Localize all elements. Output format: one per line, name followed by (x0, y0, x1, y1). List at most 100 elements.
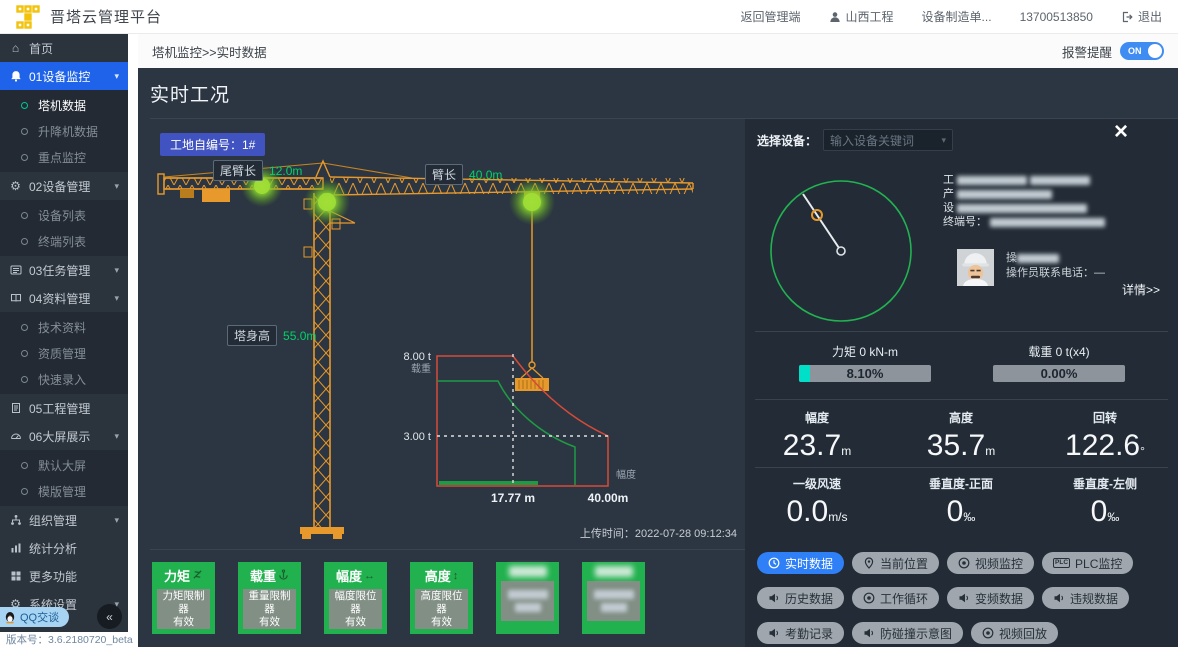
sidebar-item-more-features[interactable]: 更多功能 (0, 562, 128, 590)
sidebar-item-device-list[interactable]: 设备列表 (0, 202, 128, 228)
realtime-data-button[interactable]: 实时数据 (757, 552, 844, 574)
user-menu[interactable]: 山西工程 (829, 8, 894, 25)
sidebar-item-big-screen[interactable]: 06大屏展示 (0, 422, 128, 450)
chevron-down-icon (114, 515, 119, 526)
chart-x-current-label: 17.77 m (491, 491, 535, 505)
sidebar-item-default-screen[interactable]: 默认大屏 (0, 452, 128, 478)
app-title: 晋塔云管理平台 (50, 6, 162, 27)
sidebar-item-quick-entry[interactable]: 快速录入 (0, 366, 128, 392)
stat-slewing: 回转 122.6° (1033, 409, 1177, 463)
close-button[interactable]: × (1114, 119, 1128, 145)
sidebar-item-qualification[interactable]: 资质管理 (0, 340, 128, 366)
stat-radius: 幅度 23.7m (745, 409, 889, 463)
plc-monitor-button[interactable]: PLC PLC监控 (1042, 552, 1133, 574)
jib-length-label: 臂长40.0m (425, 164, 502, 185)
org-tree-icon (9, 514, 22, 526)
sidebar-collapse-button[interactable]: « (97, 604, 122, 629)
limiter-status-row: 力矩 力矩限制器有效 载重 重量限制器有效 幅度↔ 幅度限位器有效 高度↕ (152, 562, 645, 634)
sidebar-item-doc-mgmt[interactable]: 04资料管理 (0, 284, 128, 312)
sidebar-item-terminal-list[interactable]: 终端列表 (0, 228, 128, 254)
book-icon (9, 292, 22, 304)
status-box-moment: 力矩 力矩限制器有效 (152, 562, 215, 634)
back-to-admin-link[interactable]: 返回管理端 (741, 8, 801, 25)
phone-number: 13700513850 (1020, 10, 1093, 24)
device-detail-panel: 选择设备： 输入设备关键词 × 工 (745, 119, 1178, 647)
sidebar-item-device-monitor[interactable]: 01设备监控 (0, 62, 128, 90)
bar-chart-icon (9, 542, 22, 554)
detail-link[interactable]: 详情>> (1122, 281, 1160, 298)
speaker-icon (863, 627, 875, 639)
bullet-icon (21, 324, 28, 331)
logout-icon (1121, 11, 1133, 23)
bullet-icon (21, 128, 28, 135)
device-info-lines: 工 产 设 终端号： (943, 173, 1105, 229)
sidebar-item-device-mgmt[interactable]: ⚙02设备管理 (0, 172, 128, 200)
vertical-arrows-icon: ↕ (453, 570, 459, 582)
camera-lens-icon (863, 592, 875, 604)
work-cycle-button[interactable]: 工作循环 (852, 587, 939, 609)
chart-x-axis-label: 幅度 (616, 468, 636, 481)
sidebar-item-task-mgmt[interactable]: 03任务管理 (0, 256, 128, 284)
sidebar: ⌂首页 01设备监控 塔机数据 升降机数据 重点监控 ⚙02设备管理 设备列表 … (0, 34, 128, 647)
alarm-toggle[interactable]: ON (1120, 42, 1164, 60)
toggle-state-label: ON (1128, 46, 1142, 56)
camera-lens-icon (982, 627, 994, 639)
sidebar-item-org-mgmt[interactable]: 组织管理 (0, 506, 128, 534)
qq-penguin-icon (4, 611, 16, 624)
speaker-icon (768, 592, 780, 604)
status-box-redacted-2 (582, 562, 645, 634)
chevron-down-icon (114, 431, 119, 442)
sidebar-item-home[interactable]: ⌂首页 (0, 34, 128, 62)
crane-visualization: 8.00 t 载重 3.00 t 17.77 m 40.00m 幅度 工地自编号… (150, 119, 745, 647)
page-title: 实时工况 (150, 80, 1178, 107)
chevron-down-icon (941, 135, 946, 146)
logout-button[interactable]: 退出 (1121, 8, 1162, 25)
device-select[interactable]: 输入设备关键词 (823, 129, 953, 151)
home-icon: ⌂ (9, 41, 22, 55)
speaker-icon (958, 592, 970, 604)
clock-icon (768, 557, 780, 569)
load-curve-chart: 8.00 t 载重 3.00 t 17.77 m 40.00m 幅度 (403, 351, 636, 505)
sidebar-item-statistics[interactable]: 统计分析 (0, 534, 128, 562)
speaker-icon (768, 627, 780, 639)
logo-icon (16, 5, 40, 29)
upload-time: 上传时间：2022-07-28 09:12:34 (580, 525, 737, 541)
breadcrumb: 塔机监控>>实时数据 (152, 42, 267, 61)
sidebar-item-template-mgmt[interactable]: 模版管理 (0, 478, 128, 504)
sidebar-item-hoist-data[interactable]: 升降机数据 (0, 118, 128, 144)
plc-icon: PLC (1053, 558, 1070, 569)
divider (755, 467, 1168, 468)
divider (755, 331, 1168, 332)
video-monitor-button[interactable]: 视频监控 (947, 552, 1034, 574)
history-data-button[interactable]: 历史数据 (757, 587, 844, 609)
video-playback-button[interactable]: 视频回放 (971, 622, 1058, 644)
realtime-condition-panel: 实时工况 (138, 68, 1178, 647)
stat-vertical-front: 垂直度-正面 0‰ (889, 475, 1033, 529)
bullet-icon (21, 102, 28, 109)
manufacturer-menu[interactable]: 设备制造单... (922, 8, 992, 25)
anti-collision-diagram-button[interactable]: 防碰撞示意图 (852, 622, 963, 644)
status-box-redacted-1 (496, 562, 559, 634)
sidebar-item-tech-docs[interactable]: 技术资料 (0, 314, 128, 340)
stat-vertical-left: 垂直度-左侧 0‰ (1033, 475, 1177, 529)
chart-y-current-label: 3.00 t (403, 431, 431, 443)
sidebar-item-project-mgmt[interactable]: 05工程管理 (0, 394, 128, 422)
breadcrumb-bar: 塔机监控>>实时数据 报警提醒 ON (138, 34, 1178, 68)
sidebar-item-key-monitor[interactable]: 重点监控 (0, 144, 128, 170)
scale-icon (192, 569, 203, 583)
chevron-down-icon (114, 71, 119, 82)
divider (755, 399, 1168, 400)
user-icon (829, 11, 841, 23)
attendance-record-button[interactable]: 考勤记录 (757, 622, 844, 644)
qq-chat-button[interactable]: QQ交谈 (0, 607, 69, 627)
bullet-icon (21, 376, 28, 383)
current-location-button[interactable]: 当前位置 (852, 552, 939, 574)
operator-phone: 操作员联系电话：— (1006, 266, 1105, 281)
sidebar-item-tower-data[interactable]: 塔机数据 (0, 92, 128, 118)
site-number-badge: 工地自编号：1# (160, 133, 265, 156)
stat-height: 高度 35.7m (889, 409, 1033, 463)
frequency-data-button[interactable]: 变频数据 (947, 587, 1034, 609)
rotation-indicator (765, 175, 913, 325)
violation-data-button[interactable]: 违规数据 (1042, 587, 1129, 609)
chevron-down-icon (114, 181, 119, 192)
